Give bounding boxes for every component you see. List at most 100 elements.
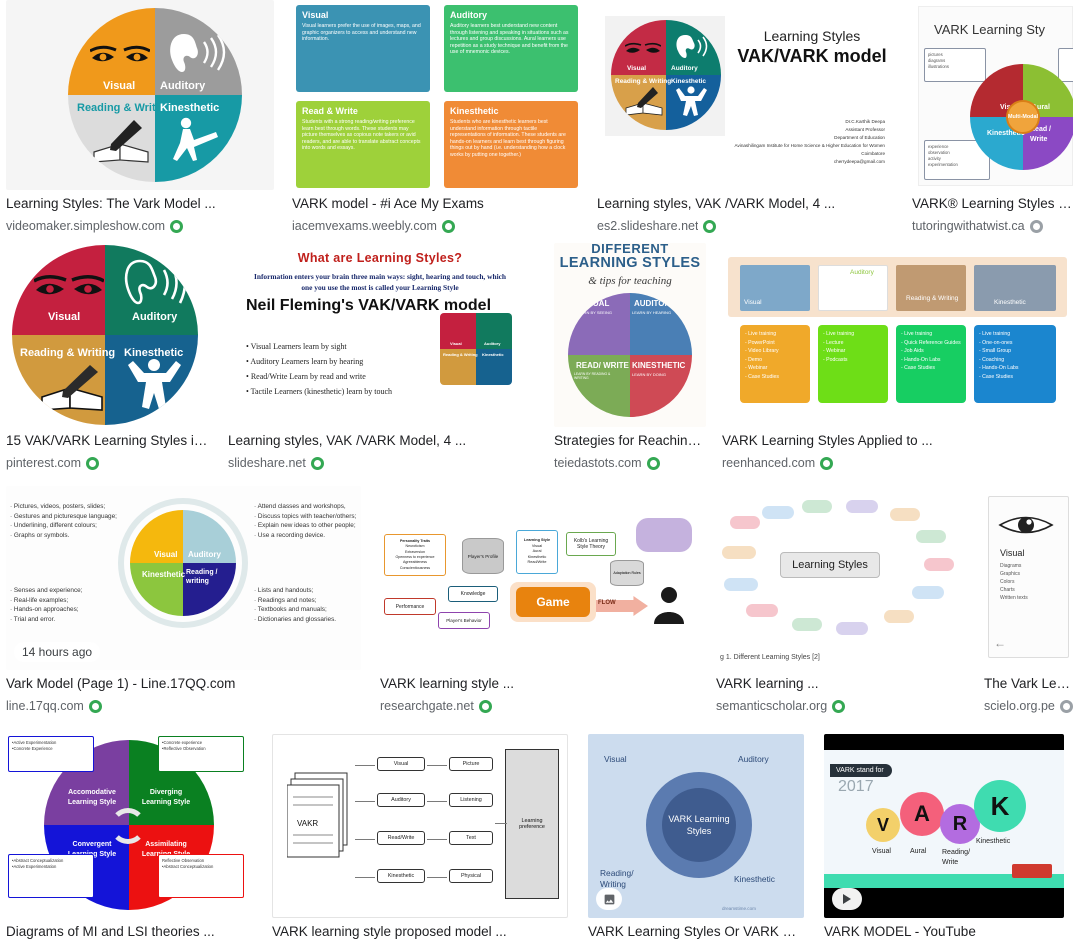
result-thumbnail[interactable]: DIFFERENT LEARNING STYLES & tips for tea… xyxy=(554,243,706,427)
result-thumbnail[interactable]: Accomodative Learning Style Diverging Le… xyxy=(6,734,252,918)
result-thumbnail[interactable]: Visual Auditory Reading & Writing Kinest… xyxy=(6,0,274,190)
result-title[interactable]: 15 VAK/VARK Learning Styles ide… xyxy=(6,433,212,449)
result-tile[interactable]: Visual Visual learners prefer the use of… xyxy=(292,0,582,234)
result-source[interactable]: teiedastots.com xyxy=(554,456,642,471)
list-item: - Live training xyxy=(979,331,1011,337)
list-item: - Live training xyxy=(901,331,933,337)
result-source[interactable]: line.17qq.com xyxy=(6,699,84,714)
result-title[interactable]: Strategies for Reaching… xyxy=(554,433,706,449)
result-tile[interactable]: Learning Styles g 1. Different Learning … xyxy=(716,486,968,714)
result-source-line: tutoringwithatwist.ca xyxy=(912,219,1073,234)
result-source-line: iacemvexams.weebly.com xyxy=(292,219,582,234)
result-title[interactable]: VARK learning style proposed model ... xyxy=(272,924,568,940)
result-thumbnail[interactable]: Visual Auditory Reading & Writing Kinest… xyxy=(6,243,212,427)
result-thumbnail[interactable]: Visual Visual learners prefer the use of… xyxy=(292,0,582,190)
result-source[interactable]: iacemvexams.weebly.com xyxy=(292,219,437,234)
list-item: - Coaching xyxy=(979,356,1005,363)
result-tile[interactable]: VARK Learning Sty pictures diagrams illu… xyxy=(912,0,1073,234)
result-thumbnail[interactable]: Visual Diagrams Graphics Colors Charts W… xyxy=(984,486,1073,670)
result-title[interactable]: The Vark Learni xyxy=(984,676,1073,692)
result-title[interactable]: Learning Styles: The Vark Model ... xyxy=(6,196,274,212)
result-thumbnail[interactable]: Personality Traits Neuroticism Extravers… xyxy=(380,486,699,670)
bullet: · Hands-on approaches; xyxy=(10,606,79,614)
bullet: • Auditory Learners learn by hearing xyxy=(246,357,364,366)
result-tile[interactable]: DIFFERENT LEARNING STYLES & tips for tea… xyxy=(554,243,706,471)
bullet: · Real-life examples; xyxy=(10,596,69,604)
quad-sub: LEARN BY DOING xyxy=(632,372,666,377)
watermark: dreamstime.com xyxy=(722,906,756,911)
node-label: Visual xyxy=(377,757,425,771)
result-title[interactable]: VARK® Learning Styles - Wit xyxy=(912,196,1073,212)
result-source[interactable]: reenhanced.com xyxy=(722,456,815,471)
result-thumbnail[interactable]: VAKR Visual Auditory Read/Write Kinesthe… xyxy=(272,734,568,918)
node-label: Kinesthetic xyxy=(377,869,425,883)
slide-line1: Learning Styles xyxy=(763,28,861,44)
slide-author-3: Avinashilingam Institute for Home Scienc… xyxy=(734,143,885,148)
video-letter: A xyxy=(900,792,944,836)
list-item: - Live training xyxy=(823,331,855,337)
result-thumbnail[interactable]: VARK stand for 2017 V A R K Visual Aural… xyxy=(824,734,1064,918)
result-title[interactable]: Learning styles, VAK /VARK Model, 4 ... xyxy=(597,196,889,212)
result-source[interactable]: researchgate.net xyxy=(380,699,474,714)
result-title[interactable]: Diagrams of MI and LSI theories ... xyxy=(6,924,252,940)
bullet: · Pictures, videos, posters, slides; xyxy=(10,503,106,510)
result-tile[interactable]: Visual Auditory Reading & Writing Kinest… xyxy=(6,243,212,471)
result-tile[interactable]: VAKR Visual Auditory Read/Write Kinesthe… xyxy=(272,734,568,940)
slide-author-0: Dr.C.Karthik Deepa xyxy=(845,119,885,124)
result-source[interactable]: tutoringwithatwist.ca xyxy=(912,219,1025,234)
result-tile[interactable]: Visual Diagrams Graphics Colors Charts W… xyxy=(984,486,1073,714)
result-thumbnail[interactable]: VARK Learning Sty pictures diagrams illu… xyxy=(912,0,1073,190)
result-title[interactable]: Vark Model (Page 1) - Line.17QQ.com xyxy=(6,676,361,692)
node-label: Text xyxy=(449,831,493,845)
result-thumbnail[interactable]: VARK Learning Styles Visual Auditory Rea… xyxy=(588,734,804,918)
result-play-badge xyxy=(832,888,862,910)
result-thumbnail[interactable]: Learning Styles g 1. Different Learning … xyxy=(716,486,968,670)
result-tile[interactable]: What are Learning Styles? Information en… xyxy=(228,243,532,471)
result-tile[interactable]: VARK Learning Styles Visual Auditory Rea… xyxy=(588,734,804,940)
result-tile[interactable]: · Pictures, videos, posters, slides; · G… xyxy=(6,486,361,714)
card-heading: Visual xyxy=(302,10,329,20)
result-source-line: slideshare.net xyxy=(228,456,532,471)
result-tile[interactable]: Visual Auditory Reading & Writing Kinest… xyxy=(597,0,889,234)
result-tile[interactable]: VARK stand for 2017 V A R K Visual Aural… xyxy=(824,734,1064,940)
slide-author-4: Coimbatore xyxy=(861,151,885,156)
result-source[interactable]: es2.slideshare.net xyxy=(597,219,698,234)
result-thumbnail[interactable]: Visual Auditory Reading & Writing Kinest… xyxy=(597,0,889,190)
result-title[interactable]: VARK learning style ... xyxy=(380,676,699,692)
result-source-line: scielo.org.pe xyxy=(984,699,1073,714)
result-caption: 15 VAK/VARK Learning Styles ide… pintere… xyxy=(6,433,212,471)
list-item: - Webinar xyxy=(823,348,846,355)
result-title[interactable]: VARK Learning Styles Applied to ... xyxy=(722,433,1073,449)
source-ring-icon xyxy=(441,220,455,233)
result-source[interactable]: semanticscholar.org xyxy=(716,699,827,714)
result-title[interactable]: VARK MODEL - YouTube xyxy=(824,924,1064,940)
source-ring-icon xyxy=(170,220,184,233)
result-title[interactable]: Learning styles, VAK /VARK Model, 4 ... xyxy=(228,433,532,449)
bullet: · Readings and notes; xyxy=(254,596,317,604)
poster-heading: LEARNING STYLES xyxy=(559,255,701,271)
result-source[interactable]: videomaker.simpleshow.com xyxy=(6,219,165,234)
image-badge-icon xyxy=(604,894,614,904)
list-item: - Hands-On Labs xyxy=(979,365,1019,372)
node-label: FLOW xyxy=(598,600,616,606)
result-source[interactable]: slideshare.net xyxy=(228,456,306,471)
result-tile[interactable]: Visual Auditory Reading & Writing Kinest… xyxy=(722,243,1073,471)
result-thumbnail[interactable]: What are Learning Styles? Information en… xyxy=(228,243,532,427)
result-thumbnail[interactable]: · Pictures, videos, posters, slides; · G… xyxy=(6,486,361,670)
result-tile[interactable]: Visual Auditory Reading & Writing Kinest… xyxy=(6,0,274,234)
node-label: Learning preference xyxy=(505,749,559,899)
list-item: - Podcasts xyxy=(823,356,848,363)
result-title[interactable]: VARK model - #i Ace My Exams xyxy=(292,196,582,212)
result-caption: Diagrams of MI and LSI theories ... xyxy=(6,924,252,940)
result-tile[interactable]: Personality Traits Neuroticism Extravers… xyxy=(380,486,699,714)
result-thumbnail[interactable]: Visual Auditory Reading & Writing Kinest… xyxy=(722,243,1073,427)
result-tile[interactable]: Accomodative Learning Style Diverging Le… xyxy=(6,734,252,940)
node-label: Game xyxy=(516,587,590,617)
result-source[interactable]: scielo.org.pe xyxy=(984,699,1055,714)
result-caption: VARK learning style ... researchgate.net xyxy=(380,676,699,714)
result-caption: Learning styles, VAK /VARK Model, 4 ... … xyxy=(597,196,889,234)
quad-label: Reading / writing xyxy=(186,569,218,585)
result-source[interactable]: pinterest.com xyxy=(6,456,81,471)
result-title[interactable]: VARK learning ... xyxy=(716,676,968,692)
result-title[interactable]: VARK Learning Styles Or VARK Mo… xyxy=(588,924,804,940)
